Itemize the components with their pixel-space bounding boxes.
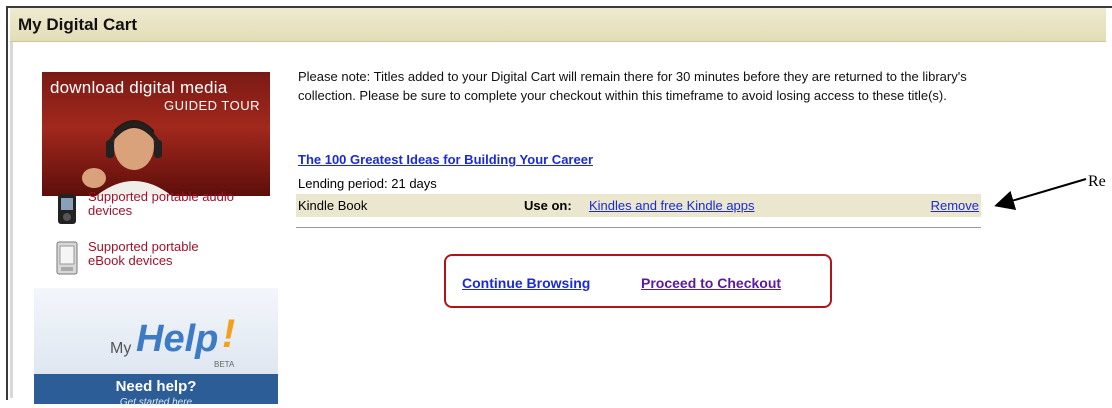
lending-period: Lending period: 21 days — [298, 176, 437, 191]
annotation-text: Re — [1088, 173, 1106, 190]
audio-player-icon — [58, 194, 76, 224]
format-row: Kindle Book Use on: Kindles and free Kin… — [296, 194, 981, 217]
remove-link[interactable]: Remove — [931, 198, 979, 213]
help-my: My — [110, 340, 132, 357]
continue-browsing-link[interactable]: Continue Browsing — [462, 275, 590, 291]
guided-tour-banner[interactable]: download digital media GUIDED TOUR — [42, 72, 270, 196]
help-bang: ! — [222, 312, 236, 356]
format-label: Kindle Book — [298, 198, 368, 213]
help-word: Help — [136, 318, 219, 360]
beta-label: BETA — [214, 360, 235, 369]
left-divider — [10, 42, 13, 398]
cart-note: Please note: Titles added to your Digita… — [298, 69, 967, 103]
need-help-bar[interactable]: Need help? Get started here — [34, 374, 278, 408]
proceed-to-checkout-link[interactable]: Proceed to Checkout — [641, 275, 781, 291]
my-help-banner[interactable]: My Help ! BETA Need help? Get started he… — [34, 288, 278, 408]
audio-devices-link[interactable]: Supported portable audio devices — [56, 190, 238, 226]
row-divider — [296, 227, 981, 228]
ebook-devices-label: Supported portable eBook devices — [88, 239, 199, 268]
promo-subtitle: GUIDED TOUR — [163, 98, 260, 113]
kindle-apps-link[interactable]: Kindles and free Kindle apps — [589, 198, 755, 213]
need-help-sub: Get started here — [119, 397, 193, 408]
promo-title: download digital media — [50, 78, 228, 97]
page-title: My Digital Cart — [18, 15, 138, 34]
ebook-reader-icon — [56, 241, 78, 275]
need-help-title: Need help? — [115, 378, 197, 395]
annotation-arrow-icon — [994, 178, 1087, 211]
item-title-link[interactable]: The 100 Greatest Ideas for Building Your… — [298, 152, 593, 167]
title-bar: My Digital Cart — [10, 8, 1106, 42]
person-headphones-icon — [82, 120, 172, 196]
ebook-devices-link[interactable]: Supported portable eBook devices — [56, 240, 238, 276]
audio-devices-label: Supported portable audio devices — [88, 189, 235, 218]
use-on-label: Use on: — [524, 198, 572, 213]
